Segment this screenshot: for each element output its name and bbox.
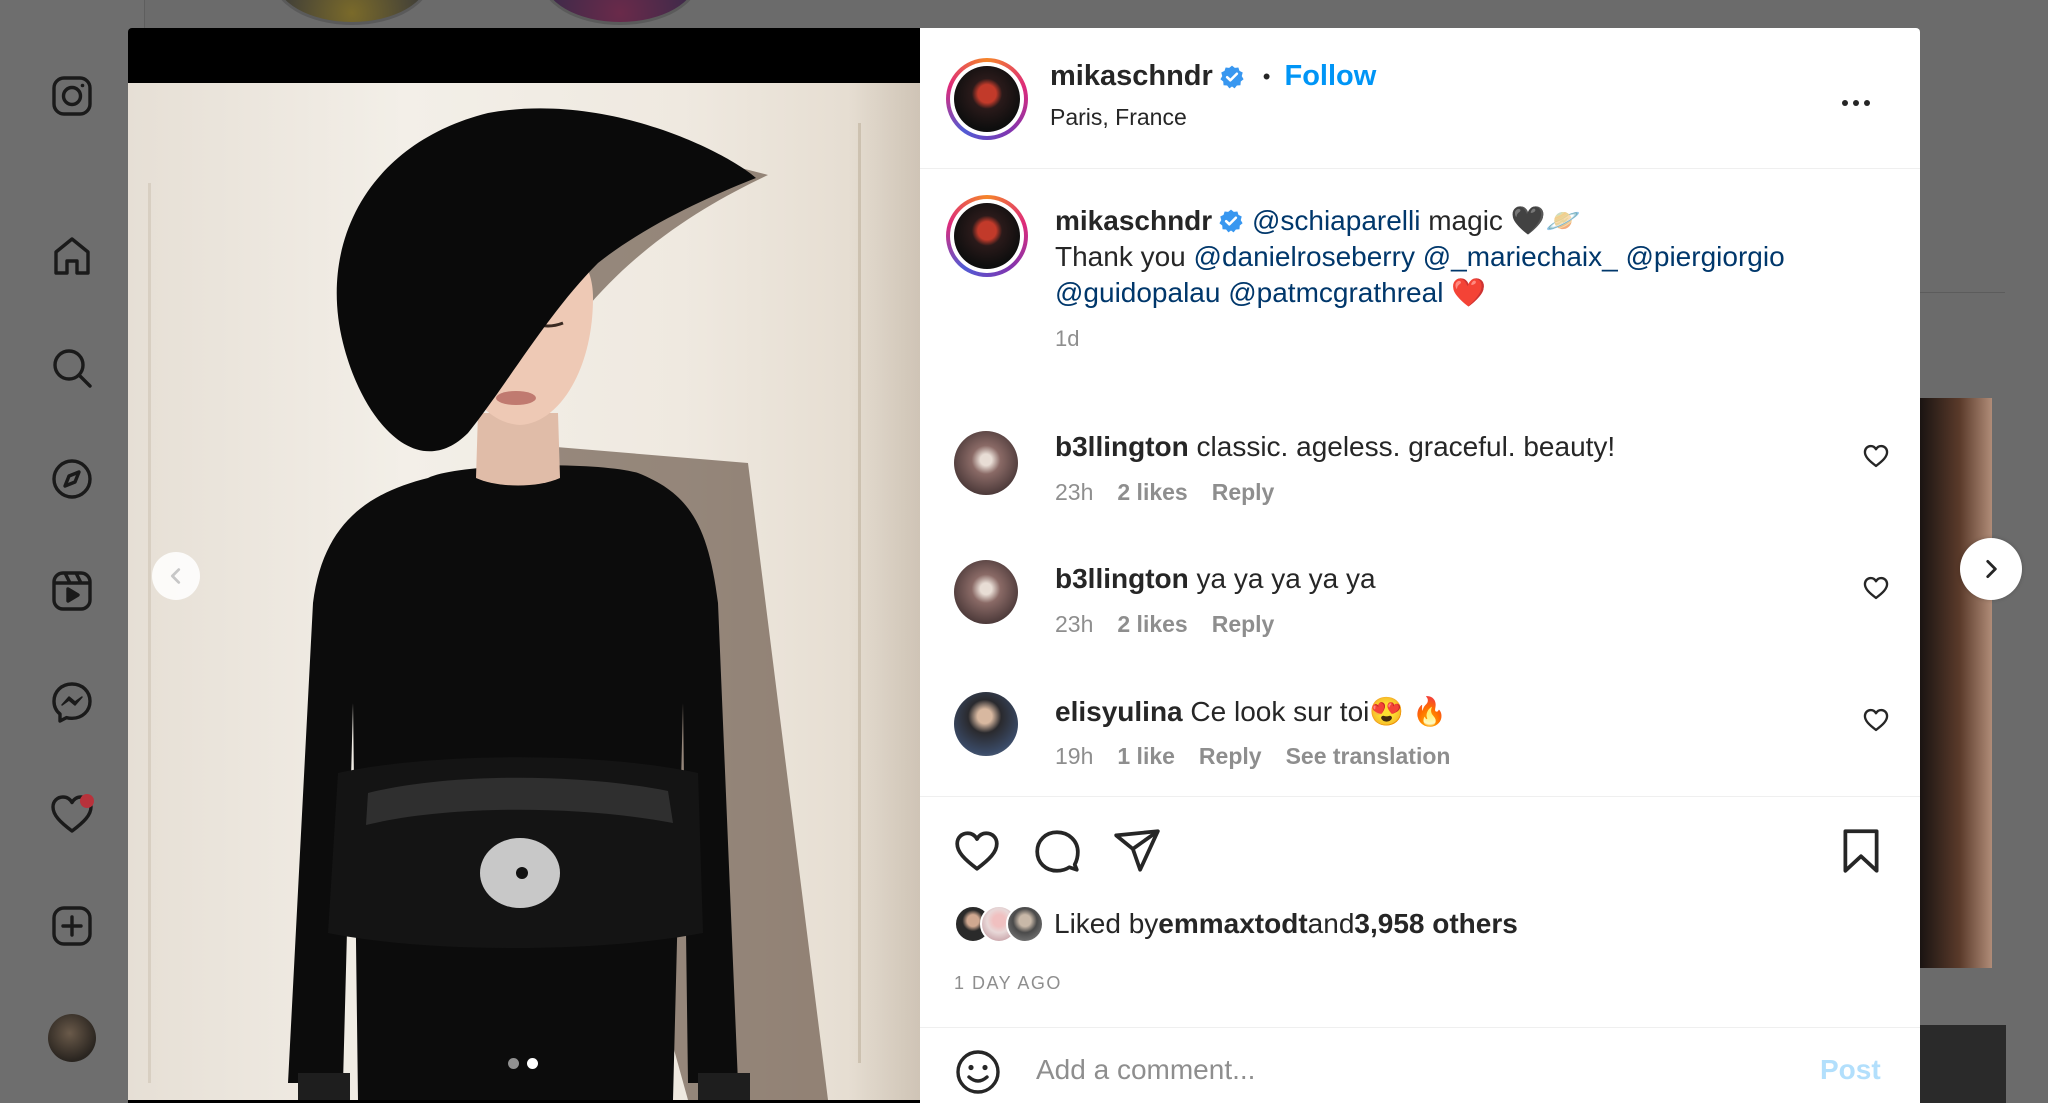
- caption-text-segment: magic 🖤🪐: [1420, 205, 1581, 236]
- chevron-left-icon: [170, 568, 181, 584]
- liked-by-middle: and: [1307, 908, 1355, 939]
- comment-time[interactable]: 19h: [1055, 743, 1093, 770]
- commenter-username[interactable]: elisyulina: [1055, 696, 1183, 727]
- liked-by-avatars[interactable]: [954, 905, 1044, 943]
- messenger-icon[interactable]: [44, 674, 100, 730]
- caption-username[interactable]: mikaschndr: [1055, 205, 1212, 236]
- next-post-button[interactable]: [1960, 538, 2022, 600]
- reply-button[interactable]: Reply: [1212, 611, 1275, 638]
- post-media: [128, 28, 920, 1103]
- liked-by-others[interactable]: 3,958 others: [1354, 908, 1517, 940]
- more-options-button[interactable]: [1842, 100, 1870, 106]
- carousel-prev-button[interactable]: [152, 552, 200, 600]
- mention-link[interactable]: @piergiorgio: [1625, 241, 1784, 272]
- caption-text: mikaschndr @schiaparelli magic 🖤🪐 Thank …: [1055, 203, 1885, 357]
- heart-icon[interactable]: [44, 786, 100, 842]
- caption-author-avatar[interactable]: [946, 195, 1028, 277]
- comment-item: b3llington ya ya ya ya ya 23h 2 likes Re…: [920, 555, 1920, 675]
- post-location[interactable]: Paris, France: [1050, 104, 1187, 131]
- chevron-right-icon: [1986, 560, 1997, 578]
- caption-text-segment: ❤️: [1443, 277, 1487, 308]
- mention-link[interactable]: @danielroseberry: [1194, 241, 1415, 272]
- verified-icon: [1220, 65, 1244, 88]
- comment-likes[interactable]: 2 likes: [1117, 611, 1187, 638]
- comment-likes[interactable]: 1 like: [1117, 743, 1175, 770]
- comment-like-icon[interactable]: [1862, 574, 1890, 602]
- mention-link[interactable]: @patmcgrathreal: [1228, 277, 1443, 308]
- explore-icon[interactable]: [44, 451, 100, 507]
- mention-link[interactable]: @schiaparelli: [1252, 205, 1421, 236]
- share-icon[interactable]: [1112, 826, 1162, 876]
- mention-link[interactable]: @guidopalau: [1055, 277, 1220, 308]
- reels-icon[interactable]: [44, 563, 100, 619]
- comment-like-icon[interactable]: [1862, 706, 1890, 734]
- liked-by-user[interactable]: emmaxtodt: [1158, 908, 1307, 940]
- comment-item: elisyulina Ce look sur toi😍 🔥 19h 1 like…: [920, 687, 1920, 807]
- carousel-dot: [508, 1058, 519, 1069]
- instagram-icon[interactable]: [44, 68, 100, 124]
- liked-by: Liked by emmaxtodt and 3,958 others: [954, 905, 1518, 943]
- separator-dot: •: [1262, 63, 1271, 89]
- background-divider: [1920, 292, 2005, 293]
- comment-input[interactable]: [1036, 1046, 1796, 1094]
- reply-button[interactable]: Reply: [1199, 743, 1262, 770]
- emoji-icon[interactable]: [954, 1048, 1002, 1096]
- comment-likes[interactable]: 2 likes: [1117, 479, 1187, 506]
- caption-time[interactable]: 1d: [1055, 321, 1885, 357]
- post-info-panel: mikaschndr • Follow Paris, France mikasc…: [920, 28, 1920, 1103]
- carousel-indicator: [508, 1058, 538, 1069]
- commenter-username[interactable]: b3llington: [1055, 431, 1189, 462]
- profile-avatar[interactable]: [44, 1010, 100, 1066]
- commenter-avatar[interactable]: [954, 560, 1018, 624]
- post-photo: [128, 83, 920, 1100]
- background-post-image: [1920, 398, 1992, 968]
- follow-button[interactable]: Follow: [1285, 60, 1377, 93]
- background-story: [540, 0, 700, 25]
- model-figure: [288, 108, 828, 1100]
- see-translation-button[interactable]: See translation: [1286, 743, 1451, 770]
- comment-text: ya ya ya ya ya: [1196, 563, 1376, 594]
- commenter-avatar[interactable]: [954, 692, 1018, 756]
- carousel-dot-active: [527, 1058, 538, 1069]
- like-icon[interactable]: [952, 826, 1002, 876]
- comment-item: b3llington classic. ageless. graceful. b…: [920, 423, 1920, 543]
- sidebar: [0, 0, 145, 1103]
- more-icon: [1842, 100, 1848, 106]
- post-actions: Liked by emmaxtodt and 3,958 others 1 DA…: [920, 796, 1920, 1096]
- home-icon[interactable]: [44, 228, 100, 284]
- author-username[interactable]: mikaschndr: [1050, 60, 1213, 93]
- create-icon[interactable]: [44, 898, 100, 954]
- search-icon[interactable]: [44, 340, 100, 396]
- comment-text: Ce look sur toi😍 🔥: [1190, 696, 1447, 727]
- background-post-image: [1920, 1025, 2006, 1103]
- comment-bar: Post: [920, 1027, 1920, 1103]
- comment-like-icon[interactable]: [1862, 442, 1890, 470]
- commenter-avatar[interactable]: [954, 431, 1018, 495]
- post-header: mikaschndr • Follow Paris, France: [920, 28, 1920, 169]
- comment-icon[interactable]: [1032, 826, 1082, 876]
- reply-button[interactable]: Reply: [1212, 479, 1275, 506]
- background-story: [272, 0, 432, 25]
- post-comment-button[interactable]: Post: [1820, 1054, 1881, 1086]
- comment-time[interactable]: 23h: [1055, 611, 1093, 638]
- mention-link[interactable]: @_mariechaix_: [1423, 241, 1618, 272]
- comment-text: classic. ageless. graceful. beauty!: [1196, 431, 1616, 462]
- liked-by-prefix: Liked by: [1054, 908, 1159, 939]
- comment-time[interactable]: 23h: [1055, 479, 1093, 506]
- save-icon[interactable]: [1836, 826, 1886, 876]
- verified-icon: [1219, 209, 1243, 233]
- post-timestamp[interactable]: 1 DAY AGO: [954, 973, 1062, 994]
- caption-text-segment: Thank you: [1055, 241, 1194, 272]
- notification-dot: [80, 794, 94, 808]
- post-modal: mikaschndr • Follow Paris, France mikasc…: [128, 28, 1920, 1103]
- author-avatar[interactable]: [946, 58, 1028, 140]
- commenter-username[interactable]: b3llington: [1055, 563, 1189, 594]
